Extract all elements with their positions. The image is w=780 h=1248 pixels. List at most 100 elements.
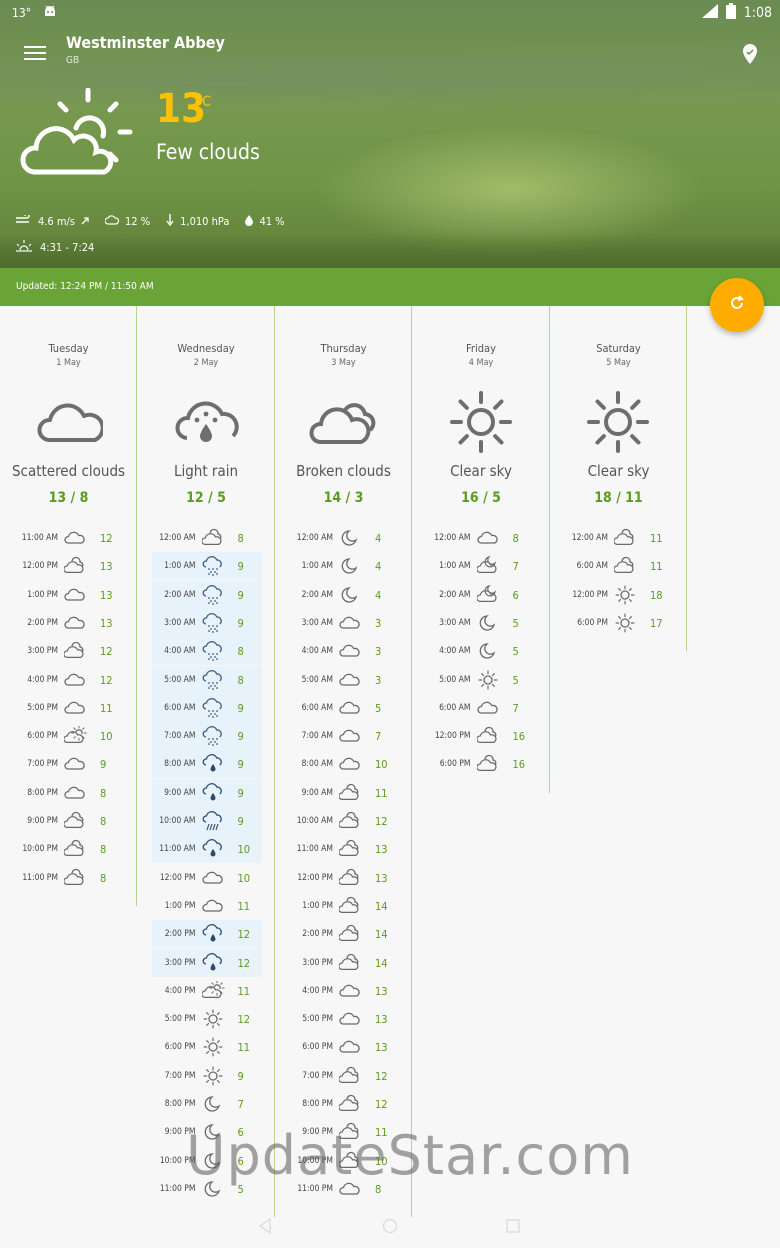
hour-row: 3:00 AM 5	[427, 609, 537, 637]
home-icon[interactable]	[382, 1218, 398, 1238]
status-bar: 13° 1:08	[0, 0, 780, 24]
temp-unit: °C	[196, 94, 212, 110]
hour-time: 4:00 AM	[301, 646, 333, 657]
hour-row: 3:00 PM 12	[151, 948, 262, 977]
day-date: 4 May	[468, 358, 494, 368]
hour-row: 12:00 PM 13	[14, 552, 124, 580]
menu-icon[interactable]	[24, 46, 46, 64]
hour-temp: 4	[375, 588, 382, 602]
recents-icon[interactable]	[506, 1218, 520, 1237]
hour-temp: 11	[650, 532, 663, 545]
moon-icon	[339, 585, 363, 611]
hour-temp: 12	[237, 928, 251, 942]
hour-temp: 8	[100, 871, 107, 885]
hour-time: 1:00 PM	[27, 589, 58, 600]
hour-row: 12:00 AM 4	[289, 524, 399, 552]
hour-temp: 13	[375, 843, 388, 857]
sun-times: 4:31 - 7:24	[40, 241, 95, 254]
hour-row: 8:00 PM 12	[289, 1090, 399, 1118]
hour-time: 4:00 AM	[164, 646, 196, 657]
hour-temp: 9	[237, 701, 244, 715]
hour-time: 4:00 AM	[439, 646, 471, 657]
back-icon[interactable]	[258, 1217, 272, 1238]
hour-row: 6:00 PM 10	[14, 722, 124, 750]
cloud-icon	[476, 528, 501, 554]
hour-time: 6:00 PM	[27, 731, 58, 742]
day-separator	[411, 306, 412, 1218]
hour-row: 4:00 AM 3	[289, 637, 399, 665]
hour-row: 6:00 PM 11	[152, 1033, 262, 1061]
hour-time: 7:00 PM	[27, 759, 58, 770]
humidity-icon	[245, 214, 254, 229]
day-condition: Clear sky	[450, 462, 512, 480]
hour-temp: 5	[512, 616, 519, 630]
hour-row: 8:00 AM 9	[151, 750, 262, 780]
cloud-icon	[64, 528, 88, 554]
hour-row: 12:00 AM 8	[152, 524, 262, 552]
hour-row: 6:00 AM 11	[564, 552, 674, 580]
hour-row: 6:00 PM 17	[564, 609, 674, 637]
network-icon	[701, 4, 718, 22]
cloud-icon	[201, 896, 226, 922]
clouds-icon	[338, 1066, 363, 1092]
hour-temp: 12	[237, 956, 251, 970]
hour-time: 12:00 PM	[572, 589, 608, 600]
hour-row: 1:00 PM 13	[14, 581, 124, 609]
day-condition: Clear sky	[587, 462, 650, 480]
cloud-cover: 12 %	[125, 215, 151, 228]
hour-temp: 10	[375, 758, 388, 772]
hour-time: 11:00 AM	[296, 844, 333, 855]
hour-row: 11:00 AM 10	[151, 835, 262, 864]
hour-temp: 9	[237, 588, 244, 602]
hour-time: 8:00 AM	[301, 759, 333, 770]
clouds-icon	[338, 924, 363, 950]
hour-temp: 8	[512, 532, 519, 545]
hour-temp: 7	[512, 701, 519, 715]
current-weather-icon	[20, 87, 138, 184]
hour-time: 10:00 PM	[22, 844, 58, 855]
hour-row: 8:00 PM 7	[152, 1090, 262, 1118]
hour-temp: 9	[237, 560, 244, 574]
day-name: Friday	[466, 342, 496, 355]
hour-row: 1:00 PM 11	[152, 892, 262, 920]
hour-temp: 11	[237, 984, 251, 998]
hour-row: 4:00 AM 5	[427, 637, 537, 665]
hour-time: 1:00 AM	[301, 561, 333, 572]
hour-time: 12:00 AM	[434, 533, 471, 543]
hour-temp: 9	[100, 758, 107, 772]
moon-cloud-icon	[475, 556, 501, 582]
day-date: 2 May	[193, 358, 219, 368]
snow-icon	[202, 669, 226, 696]
day-name: Tuesday	[48, 342, 89, 355]
pressure: 1,010 hPa	[180, 215, 230, 228]
hour-time: 3:00 PM	[27, 646, 58, 657]
hour-temp: 9	[237, 815, 244, 828]
hour-temp: 7	[237, 1098, 244, 1111]
wind-direction-icon	[81, 215, 89, 228]
hour-time: 6:00 AM	[576, 561, 608, 572]
hour-temp: 9	[237, 1069, 244, 1083]
sun-icon	[614, 585, 638, 611]
cloud-icon	[64, 698, 88, 724]
day-separator	[136, 306, 137, 906]
hour-row: 12:00 PM 18	[564, 581, 674, 609]
hour-row: 2:00 AM 9	[151, 580, 262, 609]
day-condition: Light rain	[173, 462, 239, 480]
hour-row: 5:00 AM 3	[289, 666, 399, 694]
location-pin-icon[interactable]	[742, 44, 758, 68]
hour-row: 7:00 AM 7	[289, 722, 399, 750]
sun-icon	[202, 1009, 226, 1035]
hour-row: 1:00 AM 7	[427, 552, 537, 580]
hour-time: 9:00 AM	[164, 787, 196, 798]
hour-temp: 5	[512, 673, 519, 687]
hour-row: 12:00 PM 16	[427, 722, 537, 750]
rain-icon	[202, 754, 226, 780]
day-sun-icon	[446, 390, 516, 458]
hour-row: 2:00 PM 12	[151, 920, 262, 949]
clouds-icon	[63, 811, 88, 837]
hour-row: 2:00 PM 13	[14, 609, 124, 637]
hour-row: 3:00 PM 14	[289, 949, 399, 977]
hour-temp: 4	[375, 532, 382, 545]
hour-temp: 13	[375, 1041, 388, 1055]
hour-temp: 13	[375, 871, 388, 885]
